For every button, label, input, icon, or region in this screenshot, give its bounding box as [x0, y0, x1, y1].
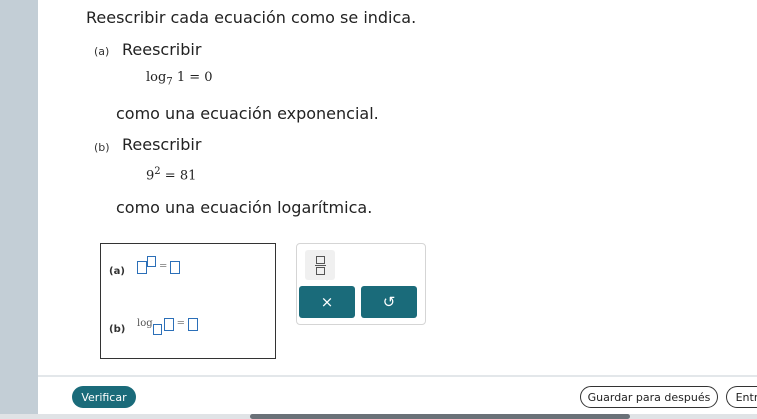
part-a-instruction: como una ecuación exponencial. — [116, 104, 379, 123]
answer-a-exponent-input[interactable] — [147, 256, 156, 267]
answer-a-equals: = — [159, 261, 168, 272]
part-b-title: Reescribir — [122, 135, 202, 154]
footer-divider — [38, 375, 757, 377]
part-a-title: Reescribir — [122, 40, 202, 59]
undo-button[interactable]: ↺ — [361, 286, 417, 318]
verify-button[interactable]: Verificar — [72, 386, 136, 408]
undo-icon: ↺ — [382, 293, 396, 311]
clear-button[interactable]: × — [299, 286, 355, 318]
answer-box: (a) = (b) log = — [100, 243, 276, 359]
part-b-equation: 92 = 81 — [146, 166, 196, 183]
close-icon: × — [320, 293, 334, 311]
fraction-bar-icon — [314, 264, 326, 266]
answer-a-base-input[interactable] — [137, 261, 147, 274]
answer-b-base-input[interactable] — [152, 324, 162, 335]
math-palette: × ↺ — [296, 243, 426, 325]
submit-button[interactable]: Entr — [726, 386, 757, 408]
answer-b-label: (b) — [109, 324, 126, 335]
answer-b-log: log — [137, 318, 153, 329]
eq-b-rest: = 81 — [164, 168, 197, 184]
answer-b-equation: log = — [137, 318, 199, 335]
save-for-later-button[interactable]: Guardar para después — [580, 386, 718, 408]
answer-b-argument-input[interactable] — [163, 318, 174, 331]
fraction-numerator-icon — [315, 255, 325, 264]
answer-b-equals: = — [176, 318, 186, 329]
fraction-button[interactable] — [305, 250, 335, 280]
answer-a-equation: = — [137, 256, 181, 274]
answer-b-result-input[interactable] — [188, 318, 199, 331]
eq-a-rest: 1 = 0 — [176, 70, 213, 85]
part-b-label: (b) — [94, 141, 110, 154]
scrollbar-thumb[interactable] — [250, 414, 630, 419]
question-area: Reescribir cada ecuación como se indica.… — [38, 0, 757, 419]
part-a-equation: log7 1 = 0 — [146, 70, 213, 88]
answer-a-result-input[interactable] — [170, 261, 181, 274]
eq-a-base: 7 — [166, 76, 173, 88]
part-b-instruction: como una ecuación logarítmica. — [116, 198, 373, 217]
fraction-denominator-icon — [315, 266, 325, 275]
eq-b-exponent: 2 — [154, 166, 161, 177]
eq-a-log: log — [146, 70, 167, 85]
left-sidebar-strip — [0, 0, 38, 419]
instruction-text: Reescribir cada ecuación como se indica. — [86, 8, 417, 27]
part-a-label: (a) — [94, 45, 110, 58]
answer-a-label: (a) — [109, 266, 125, 277]
